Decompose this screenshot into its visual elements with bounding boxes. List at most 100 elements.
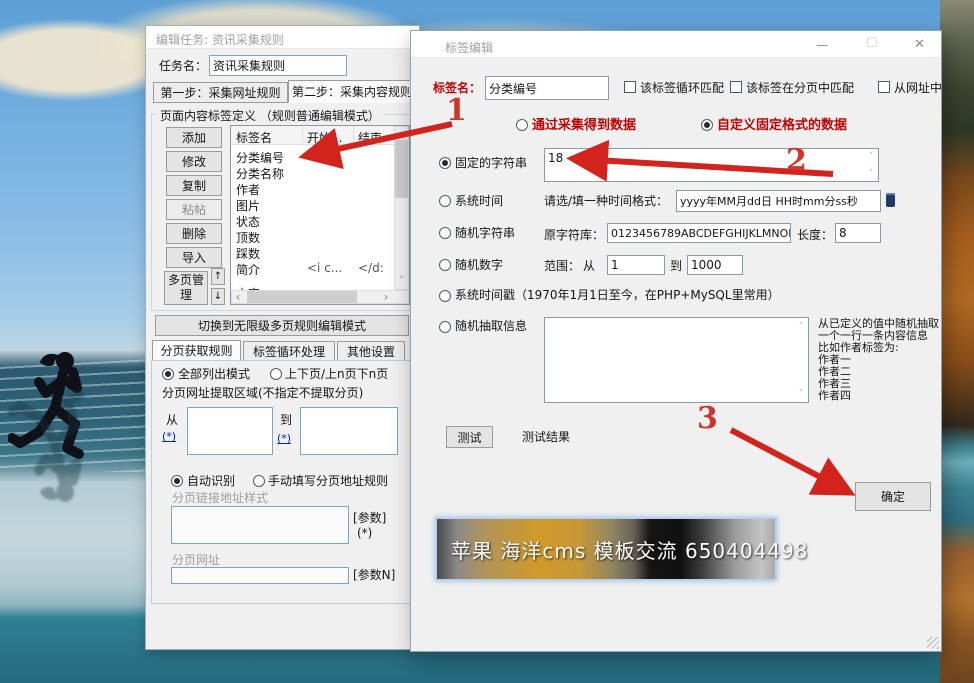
fixed-format-label: 自定义固定格式的数据 [717,119,847,134]
table-row[interactable]: 状态 [236,213,260,230]
manual-fill-radio[interactable] [253,475,265,487]
match-in-page-checkbox[interactable] [730,81,742,93]
time-format-input[interactable]: yyyy年MM月dd日 HH时mm分ss秒 [676,190,881,212]
add-button[interactable]: 添加 [166,127,222,148]
from-url-checkbox[interactable] [878,81,890,93]
list-vscroll-thumb[interactable] [395,140,408,198]
scroll-up-icon[interactable]: ˄ [866,152,876,162]
table-row[interactable]: 分类名称 [236,165,284,182]
ok-button-label: 确定 [881,488,905,505]
task-name-input[interactable]: 资讯采集规则 [209,55,347,76]
ok-button[interactable]: 确定 [855,482,931,511]
move-up-button[interactable]: ↑ [211,268,225,285]
maximize-icon: ☐ [866,37,878,50]
import-button[interactable]: 导入 [166,247,222,268]
scroll-up-icon[interactable]: ˄ [796,322,806,332]
to-wildcard-link[interactable]: (*) [277,432,291,445]
extract-from-input[interactable] [187,407,273,455]
delete-button[interactable]: 删除 [166,223,222,244]
delete-button-label: 删除 [182,225,206,242]
system-time-radio[interactable] [439,195,451,207]
loop-match-label: 该标签循环匹配 [640,82,724,96]
import-button-label: 导入 [182,249,206,266]
timestamp-radio[interactable] [439,290,451,302]
range-from-input[interactable]: 1 [607,255,665,275]
table-row[interactable]: 分类编号 [236,149,284,166]
edit-task-window: 编辑任务: 资讯采集规则 任务名： 资讯采集规则 第一步：采集网址规则 第二步：… [145,25,420,650]
test-button-label: 测试 [457,429,481,446]
to-label: 到 [280,414,292,428]
fixed-string-radio[interactable] [439,157,451,169]
param-n-label: [参数N] [353,569,395,583]
paste-button[interactable]: 粘帖 [166,199,222,220]
length-input[interactable]: 8 [835,223,881,243]
test-button[interactable]: 测试 [446,426,493,448]
random-pick-radio[interactable] [439,321,451,333]
tab-tag-loop[interactable]: 标签循环处理 [243,341,335,361]
edit-task-title: 编辑任务: 资讯采集规则 [156,31,284,48]
list-hscroll-thumb[interactable] [247,291,357,303]
charset-input[interactable]: 0123456789ABCDEFGHIJKLMNOPQRST [607,223,791,243]
tag-rows-clip: 分类编号 分类名称 作者 图片 状态 顶数 踩数 简介 <i c... </d:… [231,145,394,291]
page-url-input[interactable] [171,567,349,584]
tab-step2-content-rules[interactable]: 第二步：采集内容规则 [288,80,416,103]
tab-step1-url-rules[interactable]: 第一步：采集网址规则 [153,82,288,103]
range-to-label: 到 [670,260,682,274]
scroll-down-icon[interactable]: ˅ [395,275,408,288]
table-row[interactable]: 简介 [236,261,260,278]
extract-to-input[interactable] [300,407,398,455]
scroll-down-icon[interactable]: ˅ [866,169,876,179]
link-style-input[interactable] [171,506,349,544]
tab-step2-label: 第二步：采集内容规则 [292,83,412,100]
col-header-start[interactable]: 开始... [307,129,342,146]
param-label: [参数] [353,512,386,526]
scroll-left-icon[interactable]: ‹ [232,291,244,303]
tag-listbox[interactable]: 标签名 开始... 结束 分类编号 分类名称 作者 图片 状态 顶数 踩数 简介… [230,125,410,305]
copy-button[interactable]: 复制 [166,175,222,196]
tab-pagination-rules[interactable]: 分页获取规则 [152,340,241,361]
fixed-string-label: 固定的字符串 [455,157,527,171]
tab-pagination-rules-label: 分页获取规则 [160,342,232,359]
close-icon[interactable]: ✕ [914,38,925,51]
tag-define-group-title: 页面内容标签定义 （规则普通编辑模式） [156,107,384,124]
list-all-mode-radio[interactable] [162,368,174,380]
table-row[interactable]: 踩数 [236,245,260,262]
charset-label: 原字符库： [544,229,604,243]
tab-other-settings[interactable]: 其他设置 [337,341,405,361]
range-to-input[interactable]: 1000 [687,255,743,275]
loop-match-checkbox[interactable] [624,81,636,93]
table-row[interactable]: 作者 [236,181,260,198]
auto-detect-radio[interactable] [171,475,183,487]
scroll-right-icon[interactable]: › [380,291,392,303]
table-row[interactable]: 顶数 [236,229,260,246]
wallpaper-cliff-strip [940,0,974,683]
modify-button[interactable]: 修改 [166,151,222,172]
ad-banner[interactable]: 苹果 海洋cms 模板交流 650404498 [435,517,777,581]
time-format-picker-icon[interactable] [886,193,895,207]
switch-multipage-mode-button[interactable]: 切换到无限级多页规则编辑模式 [155,315,409,336]
multipage-manage-button[interactable]: 多页管理 [164,271,208,305]
multipage-manage-label: 多页管理 [166,273,206,303]
table-row[interactable]: 图片 [236,197,260,214]
from-wildcard-link[interactable]: (*) [162,430,176,443]
resize-grip[interactable] [927,637,939,649]
scroll-down-icon[interactable]: ˅ [796,389,806,399]
move-down-button[interactable]: ↓ [211,288,225,305]
tag-name-input[interactable]: 分类编号 [485,76,609,100]
paste-button-label: 粘帖 [182,201,206,218]
link-style-label: 分页链接地址样式 [172,492,268,506]
auto-detect-label: 自动识别 [187,475,235,489]
random-pick-textarea[interactable] [544,317,809,403]
random-number-radio[interactable] [439,259,451,271]
random-string-label: 随机字符串 [455,227,515,241]
timestamp-label: 系统时间戳（1970年1月1日至今，在PHP+MySQL里常用） [455,289,780,303]
random-string-radio[interactable] [439,227,451,239]
fixed-format-radio[interactable] [701,119,713,131]
collected-data-radio[interactable] [516,119,528,131]
fixed-string-textarea[interactable]: 18 [544,148,879,182]
table-cell-end: </d: [358,261,384,275]
prev-next-mode-radio[interactable] [270,368,282,380]
minimize-icon[interactable]: — [816,39,828,51]
col-header-end[interactable]: 结束 [358,129,382,146]
col-header-tagname[interactable]: 标签名 [236,129,272,146]
